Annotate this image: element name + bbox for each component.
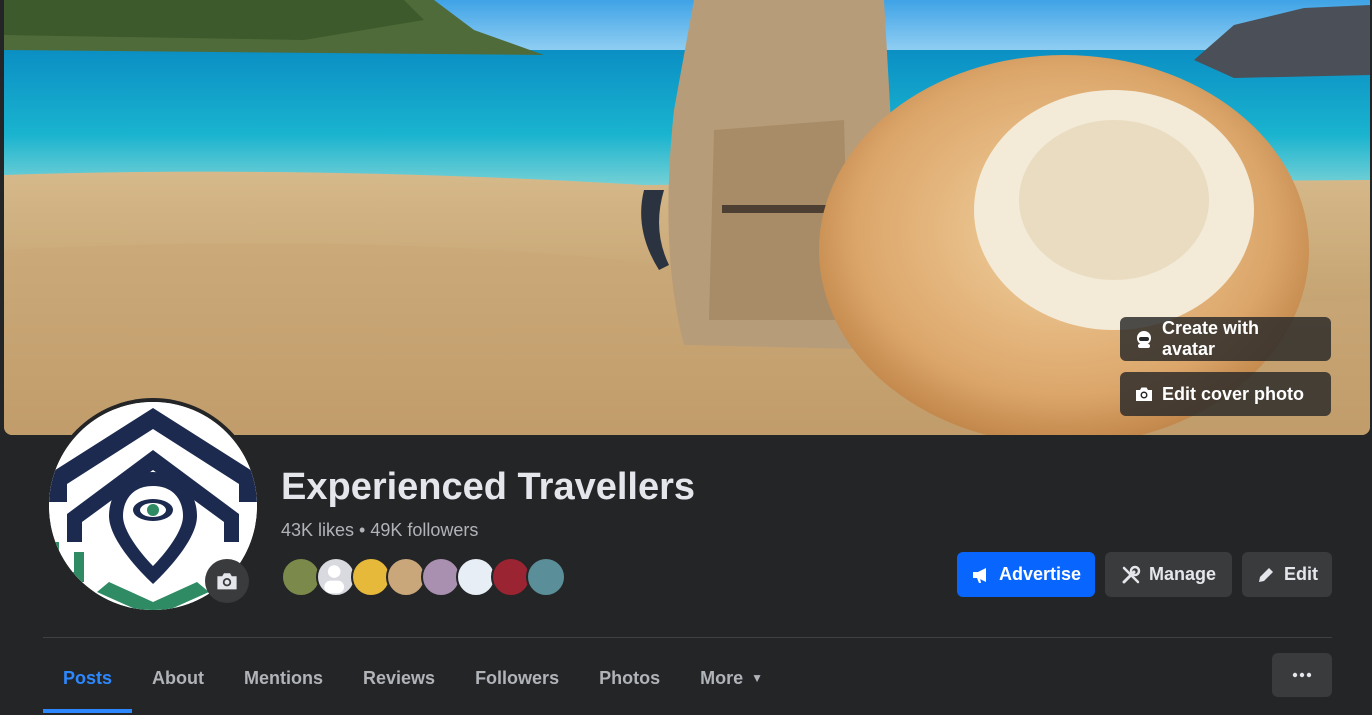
follower-avatar[interactable]: [526, 557, 566, 597]
camera-icon: [217, 573, 237, 590]
tab-label: Photos: [599, 667, 661, 688]
manage-label: Manage: [1148, 564, 1217, 584]
stats-separator: •: [354, 520, 371, 540]
follower-avatars: [281, 557, 571, 597]
tab-followers[interactable]: Followers: [455, 648, 579, 708]
advertise-button[interactable]: Advertise: [957, 552, 1095, 597]
follower-avatar[interactable]: [281, 557, 321, 597]
edit-button[interactable]: Edit: [1242, 552, 1332, 597]
follower-avatar[interactable]: [386, 557, 426, 597]
avatar-icon: [1136, 331, 1151, 348]
page-stats: 43K likes • 49K followers: [281, 520, 478, 541]
update-profile-picture-button[interactable]: [205, 559, 249, 603]
tab-label: Followers: [475, 667, 560, 688]
follower-avatar[interactable]: [316, 557, 356, 597]
tab-label: More: [700, 667, 744, 688]
tab-mentions[interactable]: Mentions: [224, 648, 343, 708]
tab-label: About: [152, 667, 205, 688]
megaphone-icon: [972, 567, 986, 583]
edit-label: Edit: [1284, 564, 1318, 584]
tab-label: Posts: [63, 667, 113, 688]
tools-icon: [1122, 565, 1141, 583]
more-horizontal-icon: [1292, 672, 1312, 678]
cover-image: [4, 0, 1370, 435]
tab-more[interactable]: More ▼: [680, 648, 783, 708]
cover-photo[interactable]: Create with avatar Edit cover photo: [4, 0, 1370, 435]
manage-button[interactable]: Manage: [1105, 552, 1232, 597]
likes-link[interactable]: 43K likes: [281, 520, 354, 540]
tab-label: Mentions: [244, 667, 324, 688]
divider: [43, 637, 1332, 638]
create-with-avatar-button[interactable]: Create with avatar: [1120, 317, 1331, 361]
tab-label: Reviews: [363, 667, 436, 688]
more-options-button[interactable]: [1272, 653, 1332, 697]
caret-down-icon: ▼: [751, 671, 763, 685]
follower-avatar[interactable]: [351, 557, 391, 597]
create-with-avatar-label: Create with avatar: [1161, 318, 1260, 359]
follower-avatar[interactable]: [456, 557, 496, 597]
tab-photos[interactable]: Photos: [579, 648, 680, 708]
follower-avatar[interactable]: [421, 557, 461, 597]
edit-cover-photo-label: Edit cover photo: [1162, 383, 1305, 404]
tab-about[interactable]: About: [132, 648, 224, 708]
followers-link[interactable]: 49K followers: [370, 520, 478, 540]
camera-icon: [1136, 387, 1152, 401]
advertise-label: Advertise: [998, 564, 1082, 584]
edit-cover-photo-button[interactable]: Edit cover photo: [1120, 372, 1331, 416]
page-title: Experienced Travellers: [281, 466, 696, 508]
tab-posts[interactable]: Posts: [43, 648, 133, 713]
follower-avatar[interactable]: [491, 557, 531, 597]
pencil-icon: [1259, 567, 1273, 582]
page-tabs: Posts About Mentions Reviews Followers P…: [43, 648, 783, 715]
tab-reviews[interactable]: Reviews: [343, 648, 455, 708]
